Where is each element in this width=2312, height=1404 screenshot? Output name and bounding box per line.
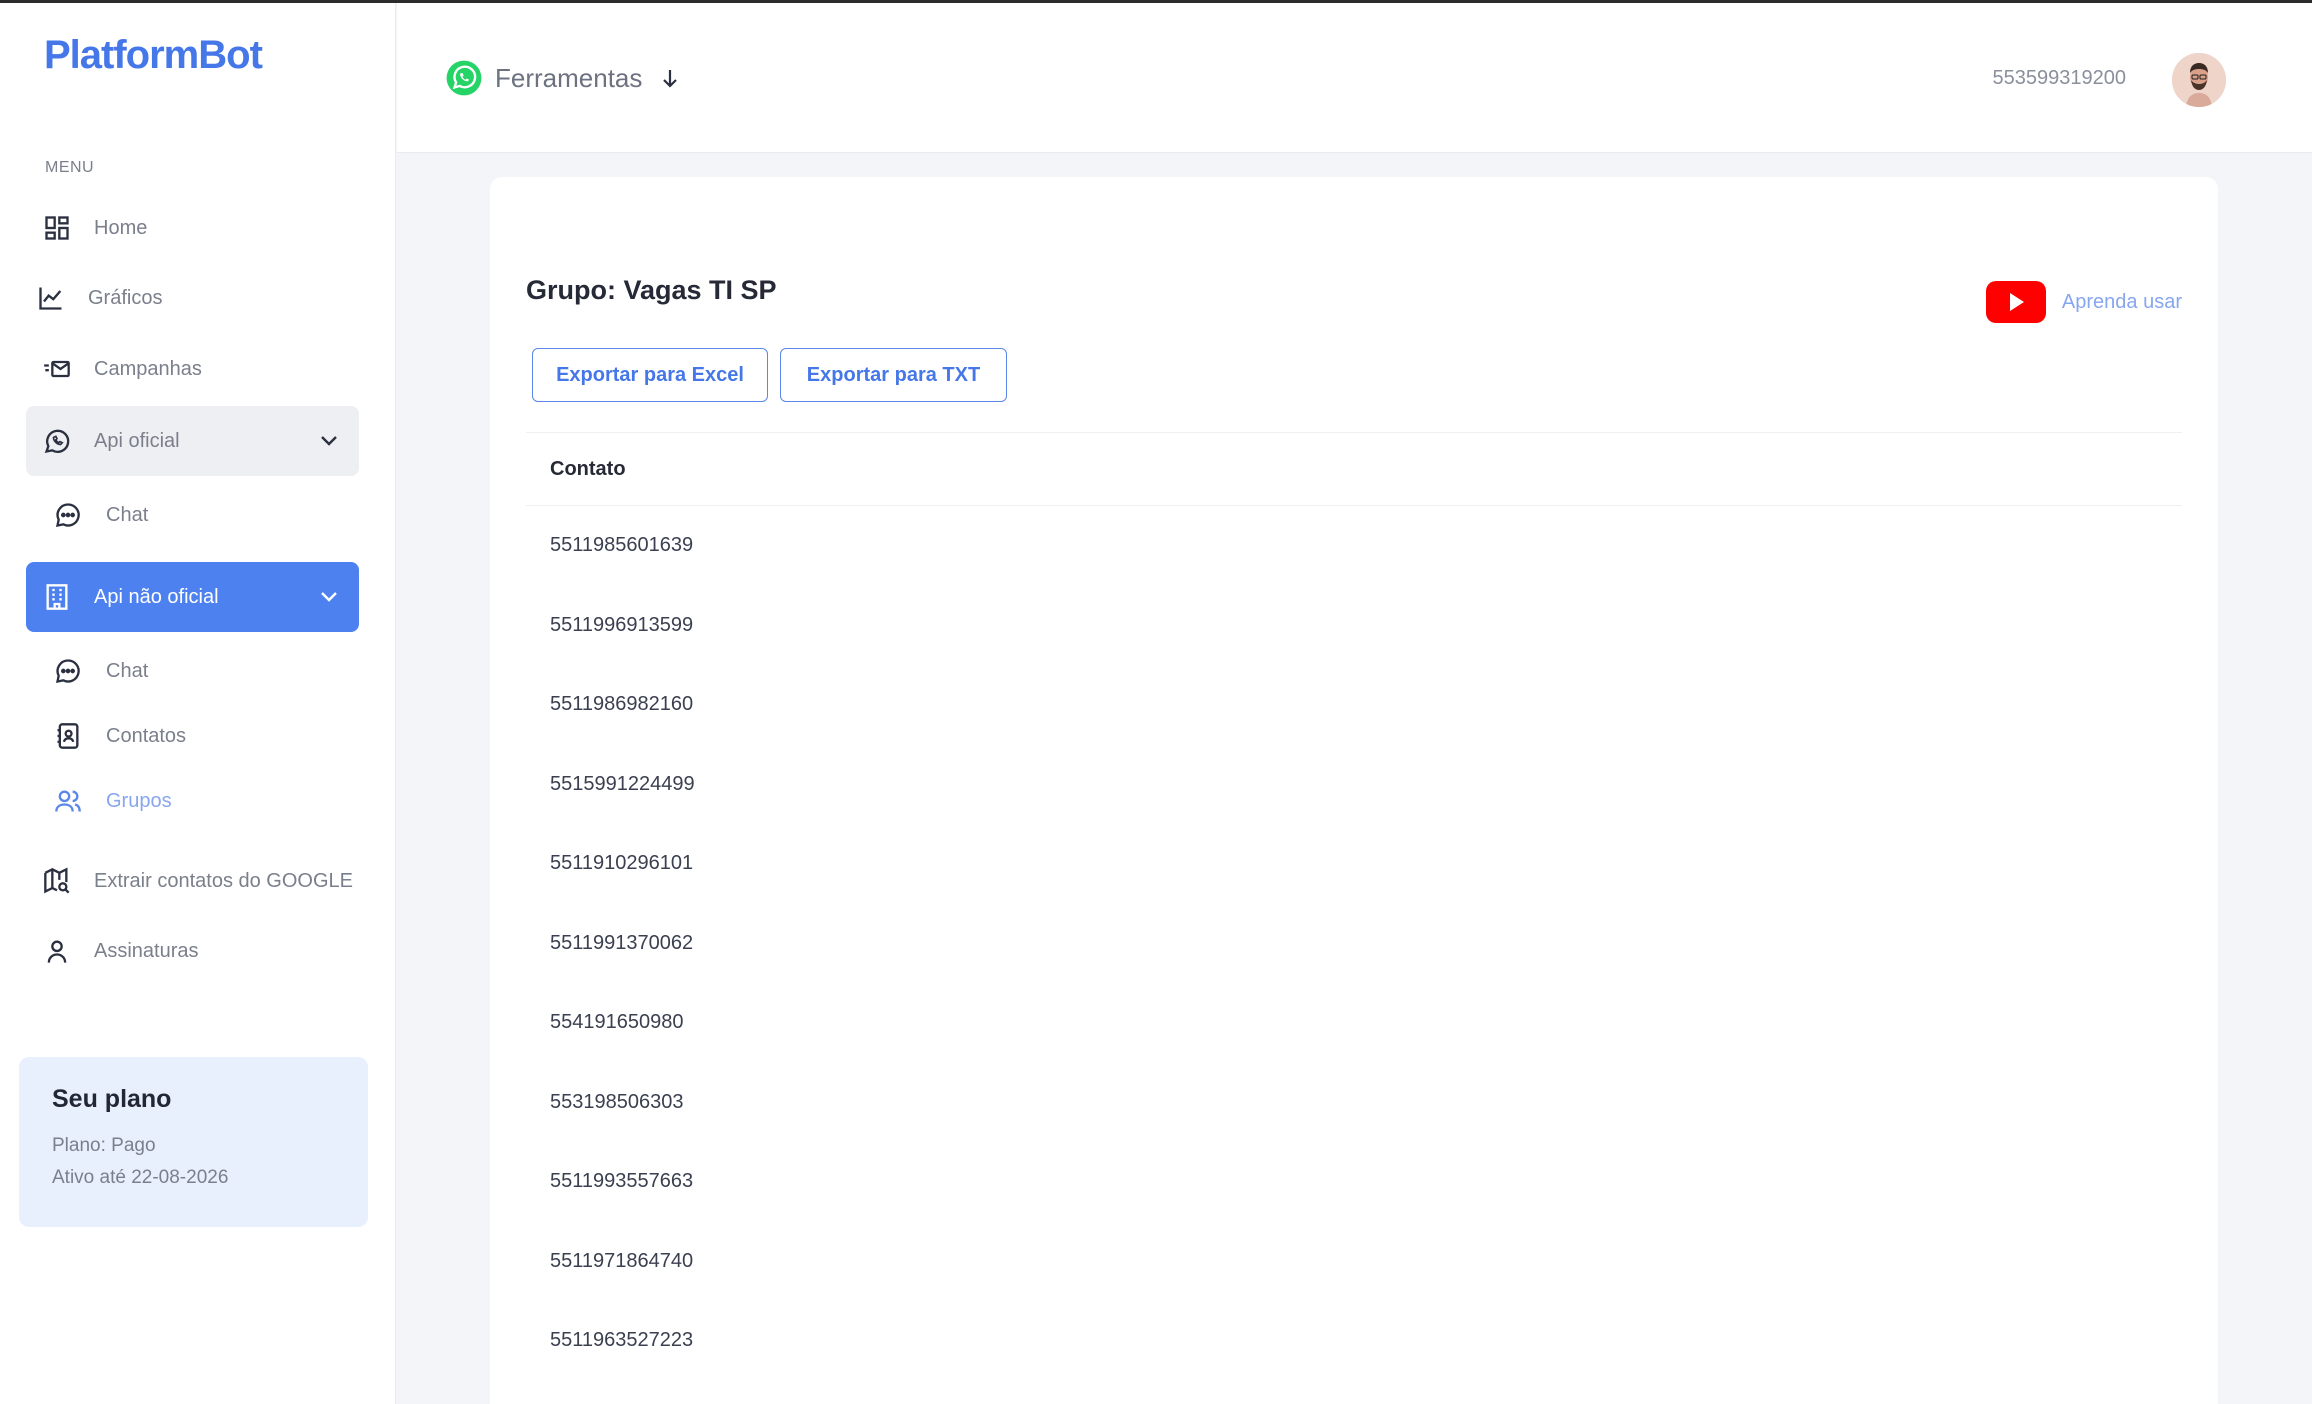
sidebar-item-graficos[interactable]: Gráficos (26, 263, 359, 333)
address-book-icon (52, 720, 84, 752)
sidebar-subitem-chat-oficial[interactable]: Chat (52, 493, 148, 537)
export-excel-button[interactable]: Exportar para Excel (532, 348, 768, 402)
menu-label: MENU (45, 159, 95, 176)
table-header: Contato (526, 432, 2182, 506)
sidebar-item-label: Assinaturas (94, 939, 199, 962)
sidebar-item-api-oficial[interactable]: Api oficial (26, 406, 359, 476)
users-icon (52, 785, 84, 817)
chat-bubble-icon (52, 655, 84, 687)
map-search-icon (42, 866, 72, 896)
plan-type: Plano: Pago (52, 1135, 156, 1156)
arrow-down-icon (663, 70, 678, 88)
plan-title: Seu plano (52, 1085, 172, 1113)
plan-expiry: Ativo até 22-08-2026 (52, 1167, 229, 1188)
dashboard-icon (42, 213, 72, 243)
line-chart-icon (36, 283, 66, 313)
table-row: 5515991224499 (550, 772, 695, 795)
sidebar-item-label: Extrair contatos do GOOGLE (94, 869, 353, 892)
table-row: 5511986982160 (550, 693, 694, 716)
sidebar-subitem-chat[interactable]: Chat (52, 649, 148, 693)
whatsapp-outline-icon (42, 426, 72, 456)
sidebar-item-home[interactable]: Home (26, 193, 359, 263)
sidebar: PlatformBot MENU Home Gráficos Campanhas… (0, 3, 396, 1404)
tools-label: Ferramentas (495, 62, 643, 93)
sidebar-subitem-grupos[interactable]: Grupos (52, 779, 172, 823)
top-header: Ferramentas 553599319200 (397, 3, 2312, 153)
sidebar-item-label: Grupos (106, 789, 172, 812)
table-row: 5511910296101 (550, 852, 694, 875)
chevron-down-icon[interactable] (317, 584, 341, 608)
table-row: 5511993557663 (550, 1170, 694, 1193)
sidebar-item-campanhas[interactable]: Campanhas (26, 334, 359, 404)
sidebar-item-label: Chat (106, 659, 149, 682)
table-row: 5511985601639 (550, 534, 694, 557)
chevron-down-icon[interactable] (317, 428, 341, 452)
whatsapp-icon (446, 60, 482, 96)
sidebar-item-label: Home (94, 216, 148, 239)
contacts-table: Contato 5511985601639 5511996913599 5511… (526, 432, 2182, 1381)
sidebar-item-label: Campanhas (94, 357, 202, 380)
sidebar-subitem-contatos[interactable]: Contatos (52, 714, 186, 758)
building-icon (42, 582, 72, 612)
tools-dropdown[interactable]: Ferramentas (445, 59, 682, 97)
table-row: 5511996913599 (550, 613, 694, 636)
mail-fast-icon (42, 354, 72, 384)
logo[interactable]: PlatformBot (44, 33, 263, 78)
learn-link[interactable]: Aprenda usar (1985, 281, 2182, 323)
user-icon (42, 936, 72, 966)
group-card: Grupo: Vagas TI SP Aprenda usar Exportar… (490, 177, 2218, 1404)
table-row: 553198506303 (550, 1090, 684, 1113)
sidebar-item-extrair-google[interactable]: Extrair contatos do GOOGLE (26, 846, 359, 916)
youtube-icon (1985, 281, 2046, 323)
page-title: Grupo: Vagas TI SP (526, 275, 777, 305)
table-row: 554191650980 (550, 1011, 684, 1034)
sidebar-item-label: Api oficial (94, 429, 180, 452)
table-row: 5511963527223 (550, 1329, 694, 1352)
sidebar-item-assinaturas[interactable]: Assinaturas (26, 916, 359, 986)
sidebar-item-label: Contatos (106, 724, 187, 747)
avatar[interactable] (2172, 53, 2226, 107)
export-txt-button[interactable]: Exportar para TXT (780, 348, 1007, 402)
sidebar-item-label: Gráficos (88, 286, 163, 309)
sidebar-item-label: Api não oficial (94, 585, 219, 608)
table-row: 5511991370062 (550, 931, 694, 954)
sidebar-item-api-nao-oficial[interactable]: Api não oficial (26, 562, 359, 632)
learn-label: Aprenda usar (2061, 290, 2182, 313)
table-row: 5511971864740 (550, 1249, 694, 1272)
sidebar-item-label: Chat (106, 503, 149, 526)
chat-bubble-icon (52, 499, 84, 531)
plan-card: Seu plano Plano: Pago Ativo até 22-08-20… (19, 1057, 368, 1227)
phone-number: 553599319200 (1992, 67, 2126, 89)
